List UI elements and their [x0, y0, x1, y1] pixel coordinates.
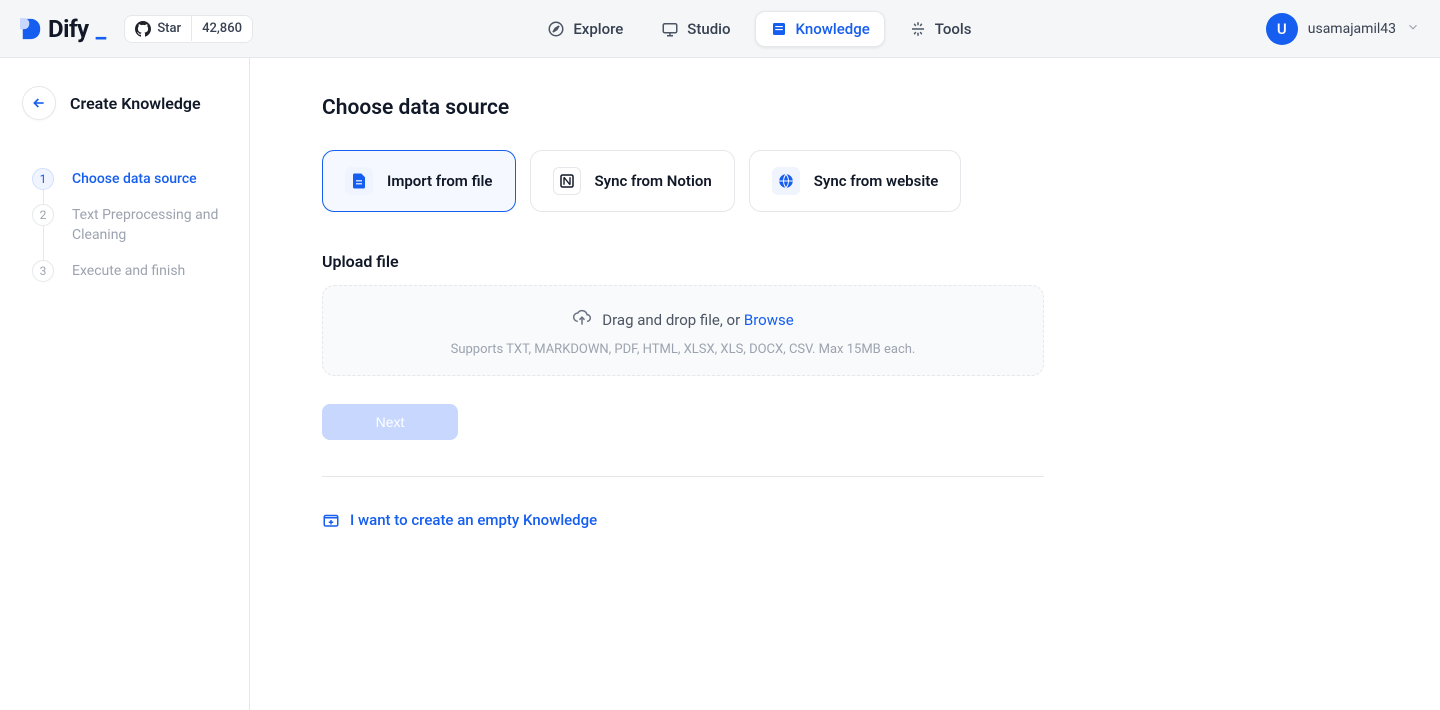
arrow-left-icon — [31, 95, 47, 111]
step-connector — [43, 226, 44, 260]
step-number: 1 — [32, 168, 54, 190]
step-label: Text Preprocessing and Cleaning — [72, 204, 231, 246]
upload-cloud-icon — [572, 308, 592, 332]
user-menu[interactable]: U usamajamil43 — [1266, 13, 1420, 45]
chevron-down-icon — [1406, 19, 1420, 38]
logo-icon — [20, 17, 42, 41]
step-3: 3 Execute and finish — [32, 260, 231, 282]
sidebar-title: Create Knowledge — [70, 94, 201, 113]
sidebar: Create Knowledge 1 Choose data source 2 … — [0, 58, 250, 710]
nav-explore[interactable]: Explore — [533, 12, 637, 46]
app-logo[interactable]: Dify _ — [20, 15, 106, 43]
divider — [322, 476, 1044, 477]
header-left: Dify _ Star 42,860 — [20, 15, 253, 43]
logo-cursor: _ — [96, 15, 107, 43]
source-import-file[interactable]: Import from file — [322, 150, 516, 212]
tools-icon — [909, 20, 927, 38]
body: Create Knowledge 1 Choose data source 2 … — [0, 58, 1440, 710]
nav-knowledge-label: Knowledge — [796, 20, 870, 38]
compass-icon — [547, 20, 565, 38]
nav-knowledge[interactable]: Knowledge — [755, 11, 885, 47]
folder-plus-icon — [322, 511, 340, 529]
notion-icon — [553, 167, 581, 195]
studio-icon — [661, 20, 679, 38]
step-2: 2 Text Preprocessing and Cleaning — [32, 204, 231, 246]
username: usamajamil43 — [1308, 21, 1396, 37]
source-label: Import from file — [387, 172, 493, 190]
upload-drag-text: Drag and drop file, or — [602, 311, 744, 329]
upload-hint: Supports TXT, MARKDOWN, PDF, HTML, XLSX,… — [343, 342, 1023, 357]
step-number: 3 — [32, 260, 54, 282]
step-label: Choose data source — [72, 168, 197, 189]
main-content: Choose data source Import from file Sync… — [250, 58, 1440, 710]
step-connector — [43, 190, 44, 204]
step-1[interactable]: 1 Choose data source — [32, 168, 231, 190]
main-nav: Explore Studio Knowledge Tools — [533, 11, 985, 47]
nav-studio[interactable]: Studio — [647, 12, 744, 46]
upload-line: Drag and drop file, or Browse — [343, 308, 1023, 332]
github-star-button[interactable]: Star 42,860 — [124, 15, 253, 43]
file-icon — [345, 167, 373, 195]
book-icon — [770, 20, 788, 38]
step-number: 2 — [32, 204, 54, 226]
avatar: U — [1266, 13, 1298, 45]
sidebar-header: Create Knowledge — [22, 86, 231, 120]
top-header: Dify _ Star 42,860 Explore Studio — [0, 0, 1440, 58]
steps-list: 1 Choose data source 2 Text Preprocessin… — [32, 168, 231, 282]
source-label: Sync from Notion — [595, 172, 712, 190]
step-label: Execute and finish — [72, 260, 185, 281]
nav-studio-label: Studio — [687, 20, 730, 38]
source-cards: Import from file Sync from Notion Sync f… — [322, 150, 1368, 212]
page-title: Choose data source — [322, 96, 1368, 120]
empty-link-label: I want to create an empty Knowledge — [350, 511, 597, 529]
create-empty-knowledge-link[interactable]: I want to create an empty Knowledge — [322, 511, 1368, 529]
nav-tools-label: Tools — [935, 20, 972, 38]
source-sync-website[interactable]: Sync from website — [749, 150, 962, 212]
next-button[interactable]: Next — [322, 404, 458, 440]
nav-explore-label: Explore — [573, 20, 623, 38]
github-star-count: 42,860 — [191, 16, 252, 41]
nav-tools[interactable]: Tools — [895, 12, 986, 46]
github-icon — [135, 21, 151, 37]
upload-dropzone[interactable]: Drag and drop file, or Browse Supports T… — [322, 285, 1044, 376]
browse-link[interactable]: Browse — [744, 311, 794, 329]
back-button[interactable] — [22, 86, 56, 120]
source-sync-notion[interactable]: Sync from Notion — [530, 150, 735, 212]
github-star-label: Star — [157, 21, 181, 36]
globe-icon — [772, 167, 800, 195]
upload-section-title: Upload file — [322, 252, 1368, 271]
logo-text: Dify — [48, 15, 89, 43]
source-label: Sync from website — [814, 172, 939, 190]
